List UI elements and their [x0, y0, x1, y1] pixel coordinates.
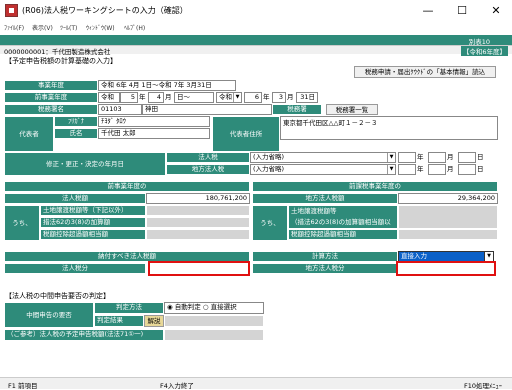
- land-label: 土地譲渡税額等（下記以外）: [40, 205, 146, 216]
- local-amount-label: 地方法人税額: [252, 193, 398, 204]
- uchi-label: うち、: [4, 205, 40, 241]
- need-label: 中間申告の要否: [4, 302, 94, 328]
- reference-label: （ご参考）法人税の予定申告税額(法法71①一): [4, 329, 164, 341]
- section-title: 【予定申告税額の計算基礎の入力】: [5, 57, 117, 65]
- tax-office-name[interactable]: 神田: [142, 104, 272, 115]
- window-title: (R06)法人税ワーキングシートの入力（確認）: [22, 6, 188, 15]
- prev-month1[interactable]: 4: [148, 92, 164, 103]
- judge-method-label: 判定方法: [94, 302, 164, 314]
- land3-value: [146, 229, 250, 240]
- local-tax-select[interactable]: (入力省略) ▼: [250, 164, 396, 175]
- local-land-label: 土地譲渡税額等（措法62の3(8)の加算額相当額以外）: [288, 205, 398, 229]
- direct-radio[interactable]: ○: [203, 303, 211, 311]
- prev-taxable-fy-header: 前課税事業年度の: [252, 181, 498, 192]
- ym-blank2[interactable]: [398, 164, 416, 175]
- company-name: 0000000001：千代田製造株式会社: [4, 48, 111, 56]
- address-field[interactable]: 東京都千代田区△△町１－２－３: [280, 116, 498, 140]
- section2-title: 【法人税の中間申告要否の判定】: [5, 292, 110, 300]
- tsuki-label: 月: [164, 92, 174, 103]
- land-value: [146, 205, 250, 216]
- calc-method-label: 計算方法: [252, 251, 398, 262]
- d-blank2[interactable]: [458, 164, 476, 175]
- maximize-button[interactable]: ☐: [450, 3, 474, 19]
- fiscal-year-label: 事業年度: [4, 80, 98, 91]
- local-tax-revision-label: 地方法人税: [166, 164, 250, 175]
- title-bar: (R06)法人税ワーキングシートの入力（確認） — ☐ ✕: [0, 0, 512, 22]
- m-blank2[interactable]: [428, 164, 446, 175]
- year-unit2: 年: [416, 164, 428, 175]
- tax-office-suffix: 税務署: [272, 104, 322, 115]
- ym-blank1[interactable]: [398, 152, 416, 163]
- prev-month2[interactable]: 3: [272, 92, 286, 103]
- land2-value: [146, 217, 250, 228]
- name-field[interactable]: 千代田 太郎: [98, 128, 210, 139]
- land3-label: 税額控除超過額相当額: [40, 229, 146, 240]
- tax-office-list-button[interactable]: 税務署一覧: [326, 104, 378, 115]
- menu-tools[interactable]: ﾂｰﾙ(T): [60, 23, 77, 32]
- function-key-bar: F1 前項目 F4入力終了 F10処理ﾒﾆｭｰ: [0, 377, 512, 390]
- year-unit: 年: [416, 152, 428, 163]
- local-land3-value: [398, 229, 498, 240]
- month-unit2: 月: [446, 164, 458, 175]
- corp-amount-label: 法人税額: [4, 193, 146, 204]
- prev-day2[interactable]: 31日: [296, 92, 318, 103]
- day-unit2: 日: [476, 164, 488, 175]
- local-amount-value[interactable]: 29,364,200: [398, 193, 498, 204]
- judge-method-options: ◉ 自動判定 ○ 直接選択: [164, 302, 264, 314]
- name-label: 氏名: [54, 128, 98, 139]
- tax-office-code[interactable]: 01103: [98, 104, 142, 115]
- menu-file[interactable]: ﾌｧｲﾙ(F): [4, 23, 24, 32]
- nen-label: 年: [138, 92, 148, 103]
- local-tax-share-field[interactable]: [396, 261, 496, 276]
- prev-era1[interactable]: 令和: [98, 92, 120, 103]
- prev-fiscal-label: 前事業年度: [4, 92, 98, 103]
- uchi-label2: うち、: [252, 205, 288, 241]
- app-icon: [5, 4, 18, 17]
- sheet-header: 別表10: [0, 35, 512, 46]
- land2-label: 措法62の3(8)の加算額: [40, 217, 146, 228]
- corp-tax-revision-label: 法人税: [166, 152, 250, 163]
- local-land-value: [398, 205, 498, 229]
- prev-era2[interactable]: 令和 ▼: [216, 92, 242, 103]
- era-label: 【令和6年度】: [460, 46, 508, 56]
- furigana-field[interactable]: ﾁﾖﾀﾞ ﾀﾛｳ: [98, 116, 210, 127]
- corp-amount-value[interactable]: 180,761,200: [146, 193, 250, 204]
- menu-view[interactable]: 表示(V): [32, 23, 53, 32]
- company-bar: 0000000001：千代田製造株式会社 【令和6年度】: [0, 45, 512, 56]
- m-blank1[interactable]: [428, 152, 446, 163]
- prev-year2[interactable]: 6: [244, 92, 262, 103]
- address-label: 代表者住所: [212, 116, 280, 152]
- close-button[interactable]: ✕: [484, 3, 508, 19]
- corp-tax-select[interactable]: (入力省略) ▼: [250, 152, 396, 163]
- tax-office-label: 税務署名: [4, 104, 98, 115]
- judge-result-label: 判定結果: [94, 315, 144, 327]
- auto-radio[interactable]: ◉: [167, 303, 175, 311]
- prev-day1[interactable]: 日～: [174, 92, 214, 103]
- revision-label: 修正・更正・決定の年月日: [4, 152, 166, 176]
- load-basic-info-button[interactable]: 税務申請・届出ｸｳｸﾄﾞの「基本情報」読込: [354, 66, 496, 78]
- rep-label: 代表者: [4, 116, 54, 152]
- local-land3-label: 税額控除超過額相当額: [288, 229, 398, 240]
- judge-result-value: [164, 315, 264, 327]
- furigana-label: ﾌﾘｶﾞﾅ: [54, 116, 98, 127]
- menu-window[interactable]: ｳｨﾝﾄﾞｳ(W): [86, 23, 115, 32]
- explain-button[interactable]: 解説: [144, 315, 164, 327]
- reference-value: [164, 329, 264, 341]
- menu-bar: ﾌｧｲﾙ(F) 表示(V) ﾂｰﾙ(T) ｳｨﾝﾄﾞｳ(W) ﾍﾙﾌﾟ(H): [0, 22, 512, 34]
- month-unit: 月: [446, 152, 458, 163]
- corp-tax-share-field[interactable]: [148, 261, 250, 276]
- tsuki-label2: 月: [286, 92, 296, 103]
- fiscal-year-value: 令和 6年 4月 1日～令和 7年 3月31日: [98, 80, 236, 91]
- prev-fy-header: 前事業年度の: [4, 181, 250, 192]
- corp-tax-share-label: 法人税分: [4, 263, 146, 274]
- menu-help[interactable]: ﾍﾙﾌﾟ(H): [124, 23, 145, 32]
- day-unit: 日: [476, 152, 488, 163]
- d-blank1[interactable]: [458, 152, 476, 163]
- local-tax-share-label: 地方法人税分: [252, 263, 398, 274]
- minimize-button[interactable]: —: [416, 3, 440, 19]
- prev-year1[interactable]: 5: [120, 92, 138, 103]
- nen-label2: 年: [262, 92, 272, 103]
